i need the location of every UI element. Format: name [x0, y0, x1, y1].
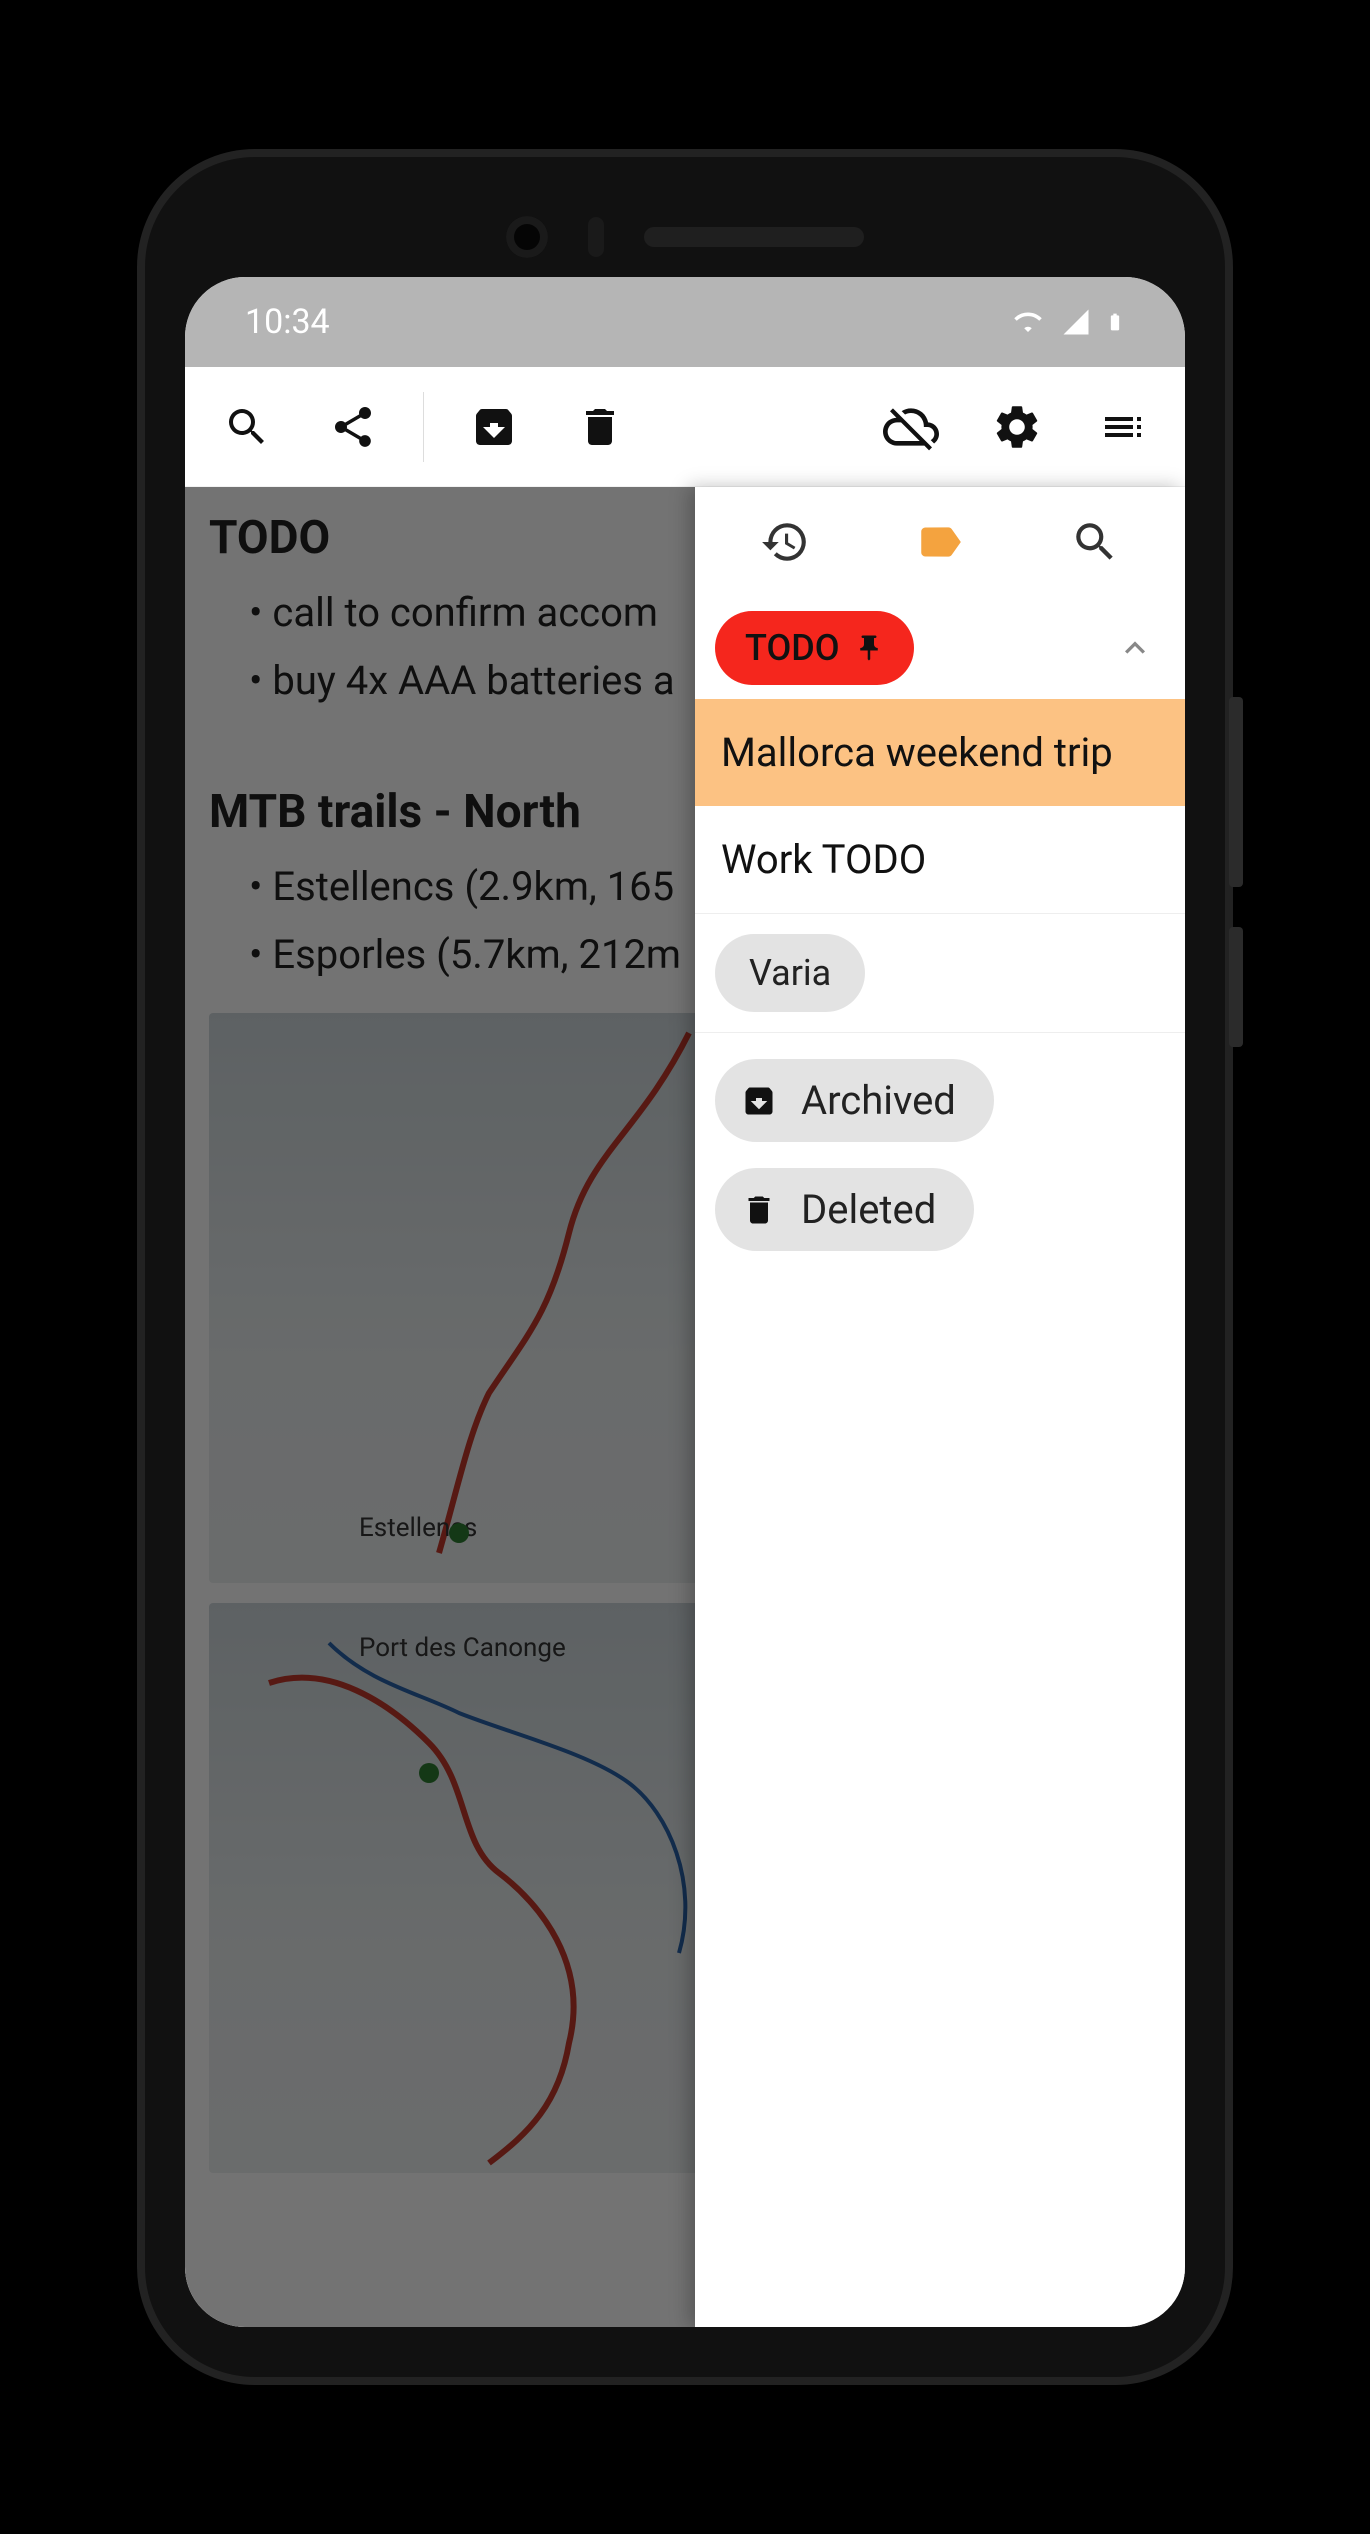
note-item-label: Work TODO: [721, 836, 926, 883]
tag-chip[interactable]: Varia: [715, 934, 865, 1012]
search-icon: [1070, 517, 1120, 567]
deleted-label: Deleted: [801, 1186, 936, 1233]
battery-icon: [1105, 305, 1125, 339]
pinned-section: TODO: [695, 597, 1185, 699]
deleted-folder[interactable]: Deleted: [715, 1168, 974, 1251]
delete-button[interactable]: [556, 383, 644, 471]
screen: 10:34: [185, 277, 1185, 2327]
share-button[interactable]: [309, 383, 397, 471]
clock: 10:34: [245, 302, 330, 342]
history-icon: [760, 517, 810, 567]
note-list-item[interactable]: Mallorca weekend trip: [695, 699, 1185, 806]
archived-folder[interactable]: Archived: [715, 1059, 994, 1142]
earpiece-speaker: [644, 227, 864, 247]
gear-icon: [991, 401, 1043, 453]
sync-off-button[interactable]: [867, 383, 955, 471]
status-bar: 10:34: [185, 277, 1185, 367]
search-icon: [223, 403, 271, 451]
label-icon: [915, 517, 965, 567]
history-tab[interactable]: [735, 502, 835, 582]
folder-section: Archived Deleted: [695, 1033, 1185, 1277]
share-icon: [329, 403, 377, 451]
tags-section: Varia: [695, 913, 1185, 1033]
list-icon: [1099, 403, 1147, 451]
sensor-bar: [145, 207, 1225, 267]
volume-button: [1229, 697, 1243, 887]
delete-icon: [741, 1192, 777, 1228]
cloud-off-icon: [883, 399, 939, 455]
settings-button[interactable]: [973, 383, 1061, 471]
power-button: [1229, 927, 1243, 1047]
collapse-button[interactable]: [1105, 618, 1165, 678]
chevron-up-icon: [1115, 628, 1155, 668]
note-list-item[interactable]: Work TODO: [695, 806, 1185, 913]
note-item-label: Mallorca weekend trip: [721, 729, 1113, 776]
proximity-sensor: [588, 217, 604, 257]
phone-frame: 10:34: [145, 157, 1225, 2377]
content-area: TODO • call to confirm accom • buy 4x AA…: [185, 487, 1185, 2327]
search-tab[interactable]: [1045, 502, 1145, 582]
tag-label: Varia: [749, 952, 831, 994]
delete-icon: [576, 403, 624, 451]
app-toolbar: [185, 367, 1185, 487]
front-camera: [506, 216, 548, 258]
archive-icon: [470, 403, 518, 451]
toolbar-divider: [423, 392, 424, 462]
drawer-tabs: [695, 487, 1185, 597]
wifi-icon: [1009, 307, 1047, 337]
drawer-toggle-button[interactable]: [1079, 383, 1167, 471]
pinned-note-label: TODO: [745, 627, 840, 669]
archive-button[interactable]: [450, 383, 538, 471]
labels-tab[interactable]: [890, 502, 990, 582]
pinned-note-chip[interactable]: TODO: [715, 611, 914, 685]
pin-icon: [854, 631, 884, 665]
archive-icon: [741, 1083, 777, 1119]
notes-drawer: TODO Mallorca weekend trip Work TODO Var…: [695, 487, 1185, 2327]
archived-label: Archived: [801, 1077, 956, 1124]
cellular-icon: [1061, 307, 1091, 337]
status-icons: [1009, 305, 1125, 339]
search-button[interactable]: [203, 383, 291, 471]
